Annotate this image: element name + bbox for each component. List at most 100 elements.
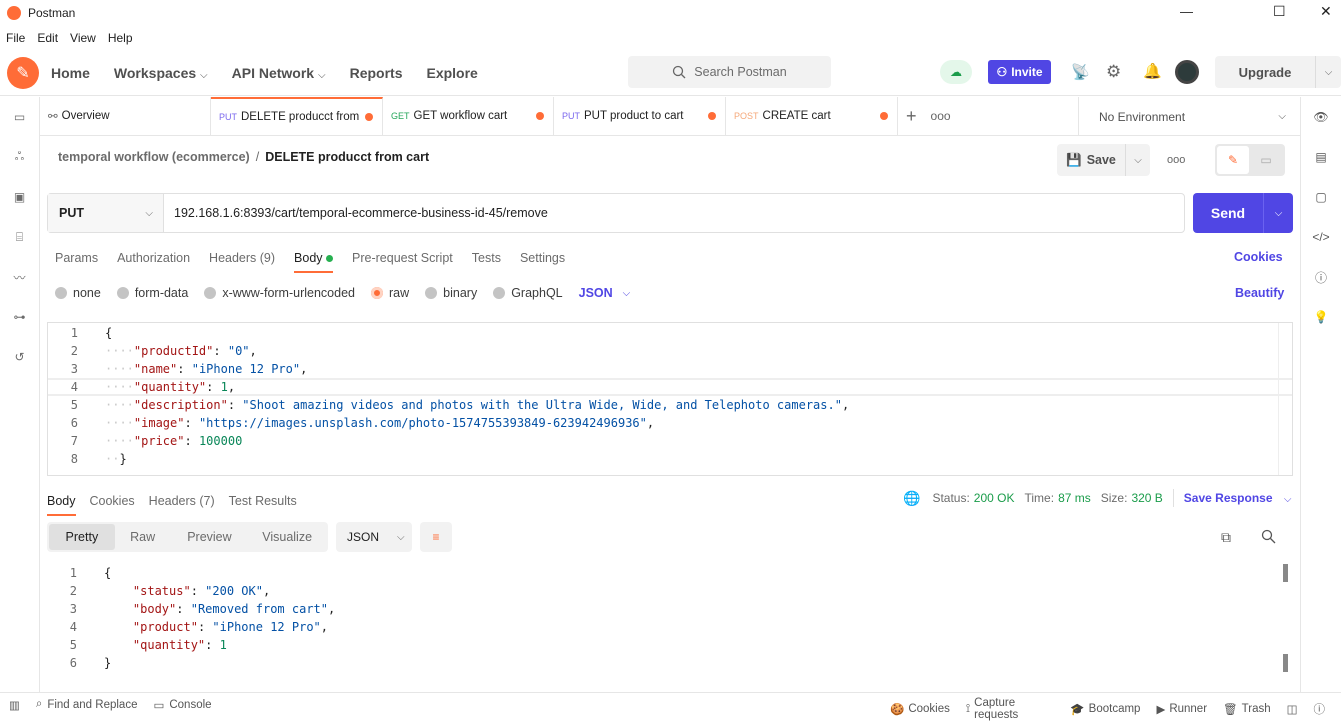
close-button[interactable]: ✕ — [1320, 3, 1332, 20]
flows-icon[interactable]: ⊶ — [0, 297, 39, 337]
tab-put-product[interactable]: PUT PUT product to cart — [554, 96, 726, 136]
copy-icon[interactable]: ⧉ — [1221, 529, 1231, 546]
response-tab-headers[interactable]: Headers (7) — [149, 494, 215, 508]
bootcamp-button[interactable]: 🎓 Bootcamp — [1070, 702, 1140, 716]
tab-params[interactable]: Params — [55, 251, 98, 265]
scrollbar-thumb[interactable] — [1283, 654, 1288, 672]
collections-icon[interactable]: ▭ — [0, 97, 39, 137]
scrollbar-thumb[interactable] — [1283, 564, 1288, 582]
time-value[interactable]: 87 ms — [1058, 491, 1091, 505]
two-pane-icon[interactable]: ◫ — [1287, 702, 1298, 716]
avatar[interactable] — [1175, 60, 1199, 84]
gear-icon[interactable]: ⚙ — [1106, 62, 1121, 82]
more-options-icon[interactable]: ooo — [1167, 154, 1185, 166]
tab-headers[interactable]: Headers (9) — [209, 251, 275, 265]
postman-logo[interactable]: ✎ — [7, 56, 39, 89]
tab-settings[interactable]: Settings — [520, 251, 565, 265]
invite-button[interactable]: ⚇ Invite — [988, 60, 1051, 84]
chevron-down-icon[interactable]: ⌵ — [1263, 193, 1293, 233]
search-input[interactable]: Search Postman — [628, 56, 831, 88]
view-visualize[interactable]: Visualize — [248, 530, 326, 544]
tab-authorization[interactable]: Authorization — [117, 251, 190, 265]
comment-icon[interactable]: ▭ — [1249, 146, 1283, 174]
method-select[interactable]: PUT ⌵ — [48, 194, 164, 232]
tab-body[interactable]: Body — [294, 251, 334, 273]
nav-workspaces[interactable]: Workspaces ⌵ — [114, 65, 208, 81]
info-icon[interactable]: ⓘ — [1301, 257, 1341, 297]
globe-icon[interactable]: 🌐 — [903, 490, 920, 507]
view-pretty[interactable]: Pretty — [49, 524, 115, 550]
upgrade-button[interactable]: Upgrade ⌵ — [1215, 56, 1341, 88]
breadcrumb-collection[interactable]: temporal workflow (ecommerce) — [58, 150, 250, 164]
new-tab-plus-icon[interactable]: + — [906, 106, 917, 127]
menu-file[interactable]: File — [6, 31, 25, 45]
radio-raw[interactable]: raw — [371, 286, 409, 300]
response-tab-cookies[interactable]: Cookies — [90, 494, 135, 508]
help-icon[interactable]: ⓘ — [1314, 701, 1326, 717]
response-body-viewer[interactable]: 1{2 "status": "200 OK", 3 "body": "Remove… — [47, 564, 1293, 674]
search-icon[interactable] — [1261, 529, 1276, 544]
breadcrumb-request[interactable]: DELETE producct from cart — [265, 150, 429, 164]
eye-icon[interactable]: 👁 — [1301, 97, 1341, 137]
chevron-down-icon[interactable]: ⌵ — [1125, 144, 1150, 176]
radio-form-data[interactable]: form-data — [116, 286, 188, 300]
code-icon[interactable]: </> — [1301, 217, 1341, 257]
console-button[interactable]: ▭ Console — [153, 698, 211, 712]
request-body-editor[interactable]: 1{2 ····"productId": "0", 3 ····"name": "iP… — [47, 322, 1293, 476]
menu-edit[interactable]: Edit — [37, 31, 58, 45]
save-response-button[interactable]: Save Response ⌵ — [1184, 491, 1296, 505]
radio-x-www-form-urlencoded[interactable]: x-www-form-urlencoded — [204, 286, 355, 300]
bell-icon[interactable]: 🔔 — [1143, 62, 1162, 80]
environments-icon[interactable]: ▣ — [0, 177, 39, 217]
pencil-icon[interactable]: ✎ — [1217, 146, 1249, 174]
tab-overview[interactable]: ⚯ Overview — [40, 96, 211, 136]
menu-view[interactable]: View — [70, 31, 96, 45]
environment-select[interactable]: No Environment ⌵ — [1078, 97, 1300, 136]
apis-icon[interactable]: ஃ — [0, 137, 39, 177]
nav-api-network[interactable]: API Network ⌵ — [232, 65, 326, 81]
send-button[interactable]: Send — [1193, 205, 1263, 221]
chevron-down-icon[interactable]: ⌵ — [1315, 56, 1341, 88]
view-raw[interactable]: Raw — [115, 530, 171, 544]
response-format-select[interactable]: JSON ⌵ — [336, 522, 412, 552]
mock-servers-icon[interactable]: ⌸ — [0, 217, 39, 257]
save-button[interactable]: 💾 Save — [1057, 153, 1125, 168]
beautify-link[interactable]: Beautify — [1235, 286, 1284, 300]
tab-delete-product[interactable]: PUT DELETE producct from — [211, 96, 383, 136]
comments-icon[interactable]: ▢ — [1301, 177, 1341, 217]
view-preview[interactable]: Preview — [171, 530, 249, 544]
minimize-button[interactable]: — — [1180, 4, 1193, 19]
satellite-icon[interactable]: 📡 — [1071, 63, 1090, 81]
monitors-icon[interactable]: 〰 — [0, 257, 39, 297]
radio-binary[interactable]: binary — [425, 286, 477, 300]
format-select[interactable]: JSON ⌵ — [579, 286, 631, 300]
lightbulb-icon[interactable]: 💡 — [1301, 297, 1341, 337]
url-input[interactable]: 192.168.1.6:8393/cart/temporal-ecommerce… — [174, 206, 548, 220]
cookies-link[interactable]: Cookies — [1234, 250, 1283, 264]
tab-get-workflow-cart[interactable]: GET GET workflow cart — [383, 96, 554, 136]
radio-none[interactable]: none — [55, 286, 101, 300]
find-replace-button[interactable]: ⌕ Find and Replace — [36, 698, 138, 711]
tab-pre-request-script[interactable]: Pre-request Script — [352, 251, 453, 265]
capture-requests-button[interactable]: ⟟ Capture requests — [966, 697, 1054, 721]
menu-help[interactable]: Help — [108, 31, 133, 45]
cookies-button[interactable]: 🍪 Cookies — [890, 702, 950, 716]
history-icon[interactable]: ↺ — [0, 337, 39, 377]
tab-create-cart[interactable]: POST CREATE cart — [726, 96, 898, 136]
documentation-icon[interactable]: ▤ — [1301, 137, 1341, 177]
radio-graphql[interactable]: GraphQL — [493, 286, 563, 300]
nav-explore[interactable]: Explore — [426, 65, 477, 81]
editor-scrollbar[interactable] — [1278, 323, 1292, 475]
maximize-button[interactable]: ☐ — [1273, 3, 1286, 20]
runner-button[interactable]: ▶ Runner — [1156, 702, 1207, 716]
size-value[interactable]: 320 B — [1131, 491, 1162, 505]
response-tab-test-results[interactable]: Test Results — [229, 494, 297, 508]
nav-reports[interactable]: Reports — [350, 65, 403, 81]
toggle-sidebar-icon[interactable]: ▥ — [9, 698, 20, 712]
response-tab-body[interactable]: Body — [47, 494, 76, 516]
trash-button[interactable]: 🗑 Trash — [1223, 702, 1271, 716]
tab-tests[interactable]: Tests — [472, 251, 501, 265]
status-value[interactable]: 200 OK — [974, 491, 1015, 505]
more-tabs-icon[interactable]: ooo — [931, 109, 951, 123]
nav-home[interactable]: Home — [51, 65, 90, 81]
